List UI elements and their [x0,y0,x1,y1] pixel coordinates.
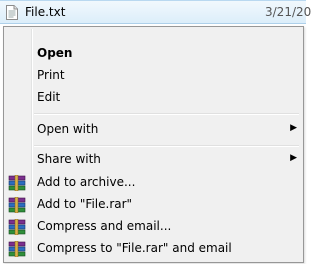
menu-separator [34,113,299,115]
file-name: File.txt [25,5,66,19]
menu-item-label: Compress and email... [37,219,172,233]
menu-item-label: Edit [37,90,61,104]
menu-item-label: Print [37,68,65,82]
text-file-icon [6,5,18,20]
menu-item-label: Share with [37,152,101,166]
menu-item-edit[interactable]: Edit [6,87,301,109]
submenu-arrow-icon: ▶ [290,153,297,163]
menu-item-compress-and-email[interactable]: Compress and email... [6,216,301,238]
menu-item-open-with[interactable]: Open with ▶ [6,119,301,141]
menu-item-open[interactable]: Open [6,43,301,65]
file-date-modified: 3/21/20 [265,5,312,19]
winrar-icon [8,219,26,235]
winrar-icon [8,175,26,191]
menu-item-label: Compress to "File.rar" and email [37,241,232,255]
menu-item-add-to-archive[interactable]: Add to archive... [6,172,301,194]
submenu-arrow-icon: ▶ [290,123,297,133]
winrar-icon [8,197,26,213]
menu-separator [34,145,299,147]
menu-item-label: Open [37,46,73,60]
menu-item-add-to-file-rar[interactable]: Add to "File.rar" [6,194,301,216]
menu-item-label: Add to archive... [37,175,136,189]
winrar-icon [8,241,26,257]
menu-item-share-with[interactable]: Share with ▶ [6,149,301,171]
selected-file-row[interactable]: File.txt 3/21/20 [0,0,311,24]
menu-item-label: Add to "File.rar" [37,197,133,211]
menu-item-label: Open with [37,122,99,136]
context-menu: Open Print Edit Open with ▶ Share with ▶… [3,26,304,263]
menu-item-print[interactable]: Print [6,65,301,87]
menu-item-compress-to-file-rar-and-email[interactable]: Compress to "File.rar" and email [6,238,301,260]
